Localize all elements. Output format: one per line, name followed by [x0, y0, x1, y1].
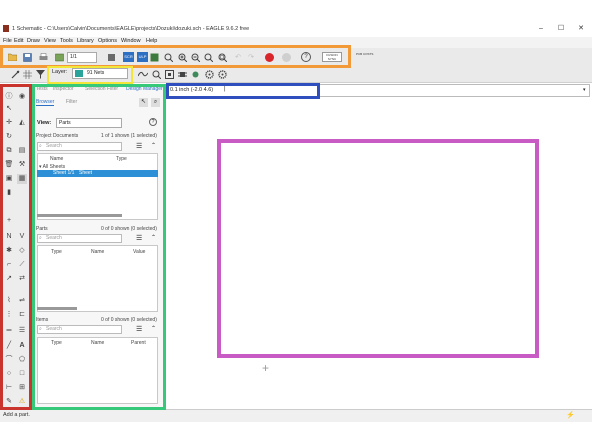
- panel-highlight-box: [32, 84, 166, 410]
- filter-icon[interactable]: [35, 69, 45, 79]
- menu-help[interactable]: Help: [146, 38, 157, 44]
- menu-window[interactable]: Window: [121, 38, 141, 44]
- toolbar-highlight-box: [0, 45, 351, 68]
- hand-icon[interactable]: [190, 69, 200, 79]
- tools-highlight-box: [0, 84, 32, 410]
- menu-draw[interactable]: Draw: [27, 38, 40, 44]
- menu-file[interactable]: File: [3, 38, 12, 44]
- maximize-button[interactable]: ☐: [554, 24, 568, 34]
- menu-edit[interactable]: Edit: [14, 38, 23, 44]
- app-icon: [3, 25, 9, 32]
- status-bar: [0, 409, 592, 422]
- status-icon[interactable]: ⚡: [566, 411, 575, 419]
- minimize-button[interactable]: –: [534, 24, 548, 34]
- command-dropdown-icon[interactable]: ▾: [583, 87, 586, 93]
- board-icon[interactable]: [164, 69, 174, 79]
- app-window: 1 Schematic - C:\Users\Calvin\Documents\…: [0, 0, 592, 444]
- frame-highlight-box: [217, 139, 539, 358]
- grid-icon[interactable]: [22, 69, 32, 79]
- info-icon[interactable]: [10, 69, 20, 79]
- zoom-icon[interactable]: [151, 69, 161, 79]
- chip-icon[interactable]: [177, 69, 187, 79]
- origin-marker: +: [262, 361, 270, 375]
- menu-tools[interactable]: Tools: [60, 38, 73, 44]
- settings-icon[interactable]: [204, 69, 214, 79]
- menu-view[interactable]: View: [44, 38, 56, 44]
- pcb-costs-button[interactable]: PCB COSTS: [356, 52, 374, 62]
- close-button[interactable]: ✕: [574, 24, 588, 34]
- menu-library[interactable]: Library: [77, 38, 94, 44]
- bottom-margin: [0, 422, 592, 444]
- gear-icon[interactable]: [217, 69, 227, 79]
- window-title: 1 Schematic - C:\Users\Calvin\Documents\…: [12, 26, 250, 32]
- status-text: Add a part.: [3, 412, 30, 418]
- menu-options[interactable]: Options: [98, 38, 117, 44]
- wire-style-icon[interactable]: [138, 69, 148, 79]
- command-highlight-box: [166, 83, 320, 99]
- layer-highlight-box: [47, 66, 133, 84]
